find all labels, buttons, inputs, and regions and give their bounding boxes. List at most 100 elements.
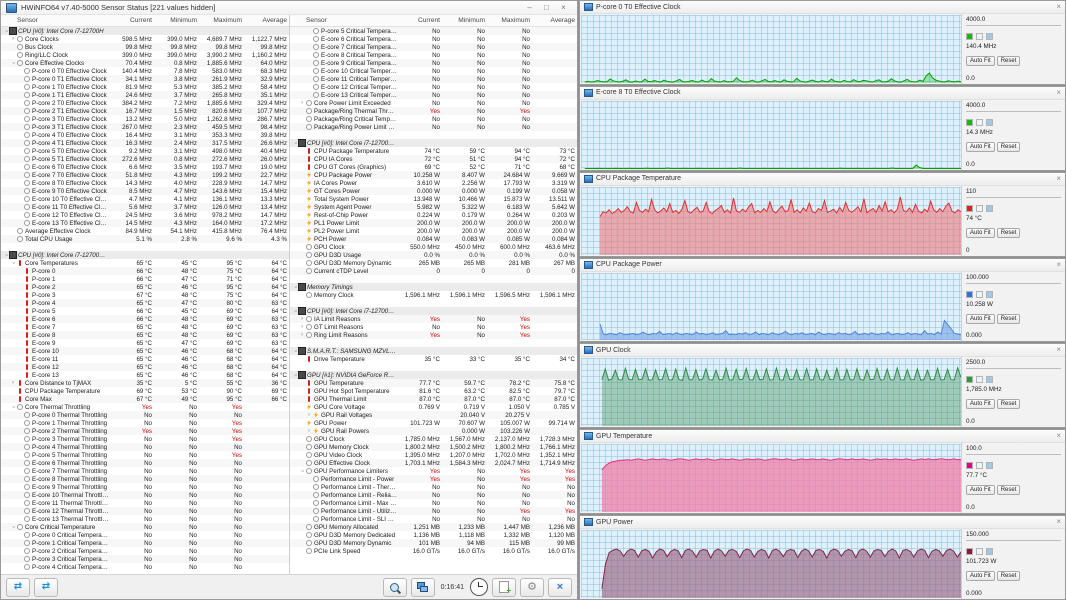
column-header-sensor[interactable]: Sensor xyxy=(290,17,397,24)
graph-titlebar[interactable]: GPU Power × xyxy=(580,516,1065,530)
sensor-row[interactable]: P-core 5 66 °C 45 °C 69 °C 64 °C xyxy=(1,307,289,315)
sensor-row[interactable]: Memory Clock 1,596.1 MHz 1,596.1 MHz 1,596.… xyxy=(290,291,577,299)
auto-fit-button[interactable]: Auto Fit xyxy=(966,227,995,238)
sensor-row[interactable]: GPU Clock 550.0 MHz 450.0 MHz 600.0 MHz 463.… xyxy=(290,243,577,251)
window-titlebar[interactable]: HWiNFO64 v7.40-5000 Sensor Status [221 v… xyxy=(1,1,577,15)
sensor-row[interactable]: IA Cores Power 3.610 W 2.256 W 17.793 W 3.31… xyxy=(290,179,577,187)
sensor-row[interactable]: E-core 7 Critical Temperature No No No xyxy=(290,43,577,51)
sensor-row[interactable]: PCH Power 0.084 W 0.083 W 0.085 W 0.084 W xyxy=(290,235,577,243)
sensor-row[interactable]: E-core 9 65 °C 47 °C 69 °C 63 °C xyxy=(1,339,289,347)
column-header-maximum[interactable]: Maximum xyxy=(199,17,244,24)
sensor-row[interactable]: PCIe Link Speed 16.0 GT/s 16.0 GT/s 16.0 GT… xyxy=(290,547,577,555)
remote-monitoring-button[interactable] xyxy=(410,577,435,597)
graph-close-icon[interactable]: × xyxy=(1056,346,1061,354)
reset-button[interactable]: Reset xyxy=(996,571,1021,582)
collapse-chevron-icon[interactable]: › xyxy=(291,372,299,378)
sensor-row[interactable]: P-core 0 Critical Temperature No No No xyxy=(1,531,289,539)
sensor-row[interactable]: E-core 10 65 °C 46 °C 68 °C 64 °C xyxy=(1,347,289,355)
reset-button[interactable]: Reset xyxy=(996,56,1021,66)
sensor-section-row[interactable]: › S.M.A.R.T.: SAMSUNG MZVL4512HBLU-00... xyxy=(290,347,577,355)
sensor-row[interactable]: P-core 5 Critical Temperature No No No xyxy=(290,27,577,35)
sensor-row[interactable]: E-core 10 Critical Temperature No No No xyxy=(290,67,577,75)
sensor-row[interactable]: P-core 4 T0 Effective Clock 16.4 MHz 3.1 M… xyxy=(1,131,289,139)
graph-titlebar[interactable]: GPU Clock × xyxy=(580,344,1065,358)
column-header-minimum[interactable]: Minimum xyxy=(442,17,487,24)
graph-titlebar[interactable]: CPU Package Temperature × xyxy=(580,172,1065,186)
sensor-row[interactable]: E-core 7 T0 Effective Clock 51.8 MHz 4.3 M… xyxy=(1,171,289,179)
sensor-row[interactable]: GPU Temperature 77.7 °C 59.7 °C 78.2 °C 75.8… xyxy=(290,379,577,387)
collapse-chevron-icon[interactable]: › xyxy=(9,524,17,530)
sensor-row[interactable]: GPU Thermal Limit 87.0 °C 87.0 °C 87.0 °C 87… xyxy=(290,395,577,403)
column-header-maximum[interactable]: Maximum xyxy=(487,17,532,24)
graph-titlebar[interactable]: E-core 8 T0 Effective Clock × xyxy=(580,86,1065,100)
sensor-section-row[interactable]: › Memory Timings xyxy=(290,283,577,291)
sensor-row[interactable]: Performance Limit - Max Operating V... No… xyxy=(290,499,577,507)
sensor-row[interactable]: E-core 10 T0 Effective Clock 4.7 MHz 4.1 M… xyxy=(1,195,289,203)
sensor-row[interactable]: › Core Power Limit Exceeded No No No xyxy=(290,99,577,107)
sensor-row[interactable]: CPU Package Power 10.258 W 8.407 W 24.684 W… xyxy=(290,171,577,179)
sensor-row[interactable]: E-core 9 Thermal Throttling No No No xyxy=(1,483,289,491)
sensor-row[interactable]: P-core 1 Thermal Throttling No No Yes xyxy=(1,419,289,427)
sensor-row[interactable]: P-core 1 Critical Temperature No No No xyxy=(1,539,289,547)
reset-button[interactable]: Reset xyxy=(996,141,1021,152)
sensor-row[interactable]: Performance Limit - SLI GPUBoost Sync No N… xyxy=(290,515,577,523)
sensor-row[interactable]: CPU Package Temperature 74 °C 59 °C 94 °C 73… xyxy=(290,147,577,155)
sensor-row[interactable]: › Core Clocks 598.5 MHz 399.0 MHz 4,689.7 MH… xyxy=(1,35,289,43)
sensor-row[interactable]: P-core 2 T1 Effective Clock 16.7 MHz 1.5 M… xyxy=(1,107,289,115)
sensor-row[interactable]: P-core 4 65 °C 47 °C 80 °C 63 °C xyxy=(1,299,289,307)
sensor-row[interactable]: GPU D3D Usage 0.0 % 0.0 % 0.0 % 0.0 % xyxy=(290,251,577,259)
sensor-row[interactable]: E-core 13 Critical Temperature No No No xyxy=(290,91,577,99)
sensor-row[interactable]: P-core 5 Thermal Throttling No No Yes xyxy=(1,451,289,459)
sensor-row[interactable]: GPU Video Clock 1,395.0 MHz 1,207.0 MHz 1,7… xyxy=(290,451,577,459)
sensor-row[interactable]: E-core 12 65 °C 46 °C 68 °C 64 °C xyxy=(1,363,289,371)
sensor-row[interactable]: CPU Package Temperature 69 °C 53 °C 90 °C 69… xyxy=(1,387,289,395)
collapse-chevron-icon[interactable]: › xyxy=(9,260,17,266)
auto-fit-button[interactable]: Auto Fit xyxy=(966,313,995,324)
sensor-row[interactable]: CPU IA Cores 72 °C 51 °C 94 °C 72 °C xyxy=(290,155,577,163)
sensor-row[interactable]: P-core 4 Thermal Throttling No No No xyxy=(1,443,289,451)
sensor-row[interactable]: › Core Temperatures 65 °C 45 °C 95 °C 64 °C xyxy=(1,259,289,267)
sensor-row[interactable]: Ring/LLC Clock 399.0 MHz 399.0 MHz 3,990.2 … xyxy=(1,51,289,59)
sensor-row[interactable]: P-core 2 Critical Temperature No No No xyxy=(1,547,289,555)
sensor-row[interactable]: GPU Memory Clock 1,800.2 MHz 1,500.2 MHz 1,… xyxy=(290,443,577,451)
graph-close-icon[interactable]: × xyxy=(1056,174,1061,183)
sensor-row[interactable]: P-core 5 T0 Effective Clock 9.2 MHz 3.1 MH… xyxy=(1,147,289,155)
sensor-row[interactable]: E-core 6 Critical Temperature No No No xyxy=(290,35,577,43)
sensor-section-row[interactable]: › GPU [#1]: NVIDIA GeForce RTX 3060 Lapt.… xyxy=(290,371,577,379)
sensor-row[interactable]: Bus Clock 99.8 MHz 99.8 MHz 99.8 MHz 99.8 MH… xyxy=(1,43,289,51)
sensor-row[interactable]: P-core 3 67 °C 48 °C 75 °C 64 °C xyxy=(1,291,289,299)
sensor-row[interactable]: GPU Core Voltage 0.769 V 0.719 V 1.050 V 0.7… xyxy=(290,403,577,411)
sensor-row[interactable]: GPU D3D Memory Dynamic 101 MB 94 MB 115 MB 9… xyxy=(290,539,577,547)
sensor-row[interactable]: P-core 0 Thermal Throttling No No No xyxy=(1,411,289,419)
sensor-row[interactable]: PL2 Power Limit 200.0 W 200.0 W 200.0 W 200.… xyxy=(290,227,577,235)
sensor-row[interactable]: CPU GT Cores (Graphics) 69 °C 52 °C 71 °C 68… xyxy=(290,163,577,171)
sensor-row[interactable]: P-core 1 66 °C 47 °C 71 °C 64 °C xyxy=(1,275,289,283)
sensor-row[interactable]: GPU Effective Clock 1,703.1 MHz 1,584.3 MH… xyxy=(290,459,577,467)
sensor-row[interactable]: E-core 6 T0 Effective Clock 6.6 MHz 3.5 MH… xyxy=(1,163,289,171)
settings-button[interactable]: ⚙ xyxy=(520,577,544,597)
collapse-chevron-icon[interactable]: › xyxy=(291,284,299,290)
clock-icon[interactable] xyxy=(470,578,488,596)
collapse-chevron-icon[interactable]: › xyxy=(291,348,299,354)
sensor-row[interactable]: P-core 3 Thermal Throttling No No Yes xyxy=(1,435,289,443)
auto-fit-button[interactable]: Auto Fit xyxy=(966,56,995,66)
auto-fit-button[interactable]: Auto Fit xyxy=(966,485,995,496)
reset-button[interactable]: Reset xyxy=(996,399,1021,410)
sensor-row[interactable]: GPU Memory Allocated 1,251 MB 1,233 MB 1,44… xyxy=(290,523,577,531)
sensor-row[interactable]: › IA Limit Reasons Yes No Yes xyxy=(290,315,577,323)
graph-close-icon[interactable]: × xyxy=(1056,518,1061,526)
sensor-row[interactable]: Performance Limit - Reliability Voltage N… xyxy=(290,491,577,499)
reset-button[interactable]: Reset xyxy=(996,485,1021,496)
auto-fit-button[interactable]: Auto Fit xyxy=(966,399,995,410)
sensor-row[interactable]: P-core 2 T0 Effective Clock 384.2 MHz 7.2 … xyxy=(1,99,289,107)
sensor-row[interactable]: E-core 10 Thermal Throttling No No No xyxy=(1,491,289,499)
collapse-chevron-icon[interactable]: › xyxy=(9,404,17,410)
sensor-row[interactable]: E-core 9 Critical Temperature No No No xyxy=(290,59,577,67)
auto-fit-button[interactable]: Auto Fit xyxy=(966,141,995,152)
sensor-row[interactable]: E-core 7 Thermal Throttling No No No xyxy=(1,467,289,475)
sensor-row[interactable]: E-core 8 Thermal Throttling No No No xyxy=(1,475,289,483)
minimize-button[interactable]: – xyxy=(521,2,538,14)
graph-close-icon[interactable]: × xyxy=(1056,260,1061,269)
sensor-row[interactable]: PL1 Power Limit 200.0 W 200.0 W 200.0 W 200.… xyxy=(290,219,577,227)
sensor-row[interactable]: Rest-of-Chip Power 0.224 W 0.179 W 0.264 W 0… xyxy=(290,211,577,219)
